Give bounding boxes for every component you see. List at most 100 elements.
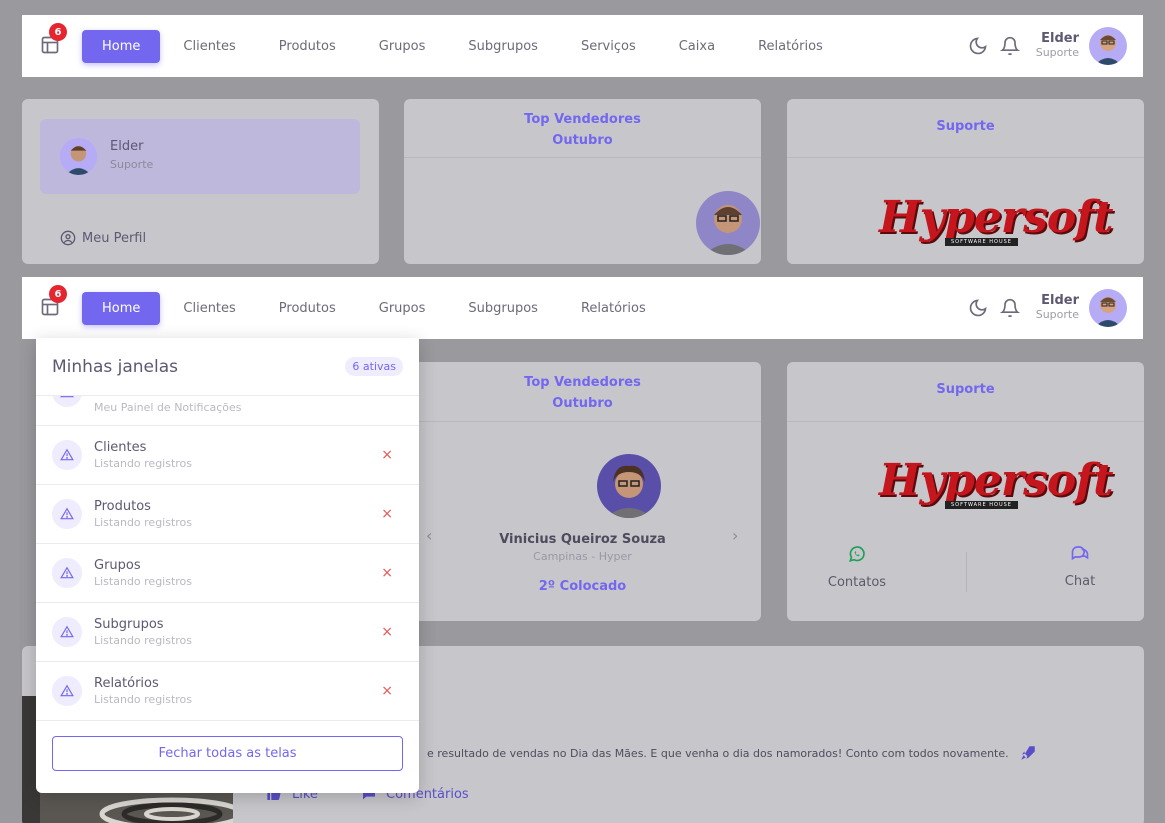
menu-produtos[interactable]: Produtos	[259, 30, 356, 63]
user-circle-icon	[60, 230, 76, 246]
item-title: Produtos	[94, 499, 151, 515]
rocket-icon	[1020, 746, 1035, 760]
divider	[404, 157, 761, 158]
chat-label: Chat	[1064, 574, 1096, 589]
divider	[787, 157, 1144, 158]
item-text: Relatórios Listando registros	[94, 676, 381, 706]
item-subtitle: Listando registros	[94, 692, 193, 706]
avatar	[60, 138, 97, 175]
item-subtitle: Listando registros	[94, 633, 193, 647]
post-text: e resultado de vendas no Dia das Mães. E…	[427, 744, 1037, 762]
close-icon[interactable]: ×	[381, 447, 393, 463]
avatar[interactable]	[1089, 289, 1127, 327]
list-item[interactable]: Clientes Listando registros ×	[36, 426, 419, 485]
menu-caixa[interactable]: Caixa	[659, 30, 735, 63]
header-cover: Minhas janelas 6 ativas	[36, 338, 419, 396]
item-text: Subgrupos Listando registros	[94, 617, 381, 647]
top-sellers-card: Top Vendedores Outubro ‹ › Vinicius Quei…	[404, 362, 761, 621]
close-icon[interactable]: ×	[381, 683, 393, 699]
bell-icon[interactable]	[999, 36, 1020, 56]
avatar[interactable]	[1089, 27, 1127, 65]
menu-produtos[interactable]: Produtos	[259, 292, 356, 325]
user-name: Elder	[1041, 31, 1079, 47]
user-name: Elder	[1041, 293, 1079, 309]
my-profile-link[interactable]: Meu Perfil	[60, 230, 146, 246]
menu-home[interactable]: Home	[82, 291, 161, 325]
close-all-windows-button[interactable]: Fechar todas as telas	[52, 736, 403, 771]
windows-toggle-button[interactable]: 6	[40, 23, 67, 57]
windows-toggle-button[interactable]: 6	[40, 285, 67, 319]
profile-role: Suporte	[110, 158, 154, 171]
menu-subgrupos[interactable]: Subgrupos	[448, 30, 558, 63]
divider	[404, 421, 761, 422]
seller-avatar	[696, 191, 760, 255]
contacts-label: Contatos	[827, 575, 887, 590]
menu-grupos[interactable]: Grupos	[359, 292, 446, 325]
user-role: Suporte	[1035, 308, 1079, 322]
menu-clientes[interactable]: Clientes	[163, 292, 255, 325]
windows-dropdown-title: Minhas janelas	[52, 356, 178, 377]
close-icon[interactable]: ×	[381, 624, 393, 640]
hypersoft-logo-subtext: SOFTWARE HOUSE	[945, 238, 1018, 246]
menu-clientes[interactable]: Clientes	[163, 30, 255, 63]
alert-triangle-icon	[52, 617, 82, 647]
support-title: Suporte	[936, 382, 995, 397]
item-subtitle: Meu Painel de Notificações	[94, 400, 242, 414]
list-item[interactable]: Produtos Listando registros ×	[36, 485, 419, 544]
title-line-1: Top Vendedores	[524, 112, 641, 127]
support-title: Suporte	[936, 119, 995, 134]
user-info[interactable]: Elder Suporte	[1035, 293, 1079, 322]
hypersoft-logo: Hypersoft	[879, 455, 1113, 506]
item-title: Relatórios	[94, 676, 159, 692]
profile-name: Elder	[110, 139, 144, 154]
close-icon[interactable]: ×	[381, 565, 393, 581]
seller-location: Campinas - Hyper	[533, 550, 632, 563]
item-subtitle: Listando registros	[94, 515, 193, 529]
main-menu: Home Clientes Produtos Grupos Subgrupos …	[82, 291, 968, 325]
moon-icon[interactable]	[968, 298, 988, 318]
nav-right: Elder Suporte	[968, 289, 1127, 327]
moon-icon[interactable]	[968, 36, 988, 56]
windows-count-badge: 6	[49, 285, 67, 303]
user-role: Suporte	[1035, 46, 1079, 60]
divider	[787, 421, 1144, 422]
menu-subgrupos[interactable]: Subgrupos	[448, 292, 558, 325]
bottom-navbar: 6 Home Clientes Produtos Grupos Subgrupo…	[22, 277, 1143, 339]
post-text-content: e resultado de vendas no Dia das Mães. E…	[427, 746, 1009, 760]
hypersoft-logo: Hypersoft	[879, 192, 1113, 243]
item-title: Subgrupos	[94, 617, 164, 633]
profile-highlight: Elder Suporte	[40, 119, 360, 194]
chat-icon	[1071, 546, 1089, 561]
bell-icon[interactable]	[999, 298, 1020, 318]
title-line-2: Outubro	[552, 132, 613, 148]
active-count-badge: 6 ativas	[345, 357, 403, 376]
user-info[interactable]: Elder Suporte	[1035, 31, 1079, 60]
list-item[interactable]: Relatórios Listando registros ×	[36, 662, 419, 721]
vertical-divider	[966, 552, 967, 592]
alert-triangle-icon	[52, 499, 82, 529]
seller-avatar	[597, 454, 661, 518]
menu-relatorios[interactable]: Relatórios	[738, 30, 843, 63]
whatsapp-icon	[848, 546, 865, 562]
top-sellers-card-bg: Top Vendedores Outubro	[404, 99, 761, 264]
menu-grupos[interactable]: Grupos	[359, 30, 446, 63]
windows-count-badge: 6	[49, 23, 67, 41]
nav-right: Elder Suporte	[968, 27, 1127, 65]
top-sellers-title: Top Vendedores Outubro	[404, 110, 761, 152]
top-sellers-title: Top Vendedores Outubro	[404, 373, 761, 415]
contacts-button[interactable]: Contatos	[807, 545, 907, 590]
menu-relatorios[interactable]: Relatórios	[561, 292, 666, 325]
support-card: Suporte Hypersoft SOFTWARE HOUSE Contato…	[787, 362, 1144, 621]
list-item[interactable]: Grupos Listando registros ×	[36, 544, 419, 603]
alert-triangle-icon	[52, 440, 82, 470]
list-item[interactable]: Subgrupos Listando registros ×	[36, 603, 419, 662]
chat-button[interactable]: Chat	[1030, 542, 1130, 589]
item-title: Grupos	[94, 558, 141, 574]
windows-dropdown: Minhas janelas 6 ativas Meu Painel de No…	[36, 338, 419, 793]
hypersoft-logo-subtext: SOFTWARE HOUSE	[945, 501, 1018, 509]
menu-home[interactable]: Home	[82, 29, 161, 63]
alert-triangle-icon	[52, 676, 82, 706]
menu-servicos[interactable]: Serviços	[561, 30, 656, 63]
close-icon[interactable]: ×	[381, 506, 393, 522]
item-subtitle: Listando registros	[94, 574, 193, 588]
